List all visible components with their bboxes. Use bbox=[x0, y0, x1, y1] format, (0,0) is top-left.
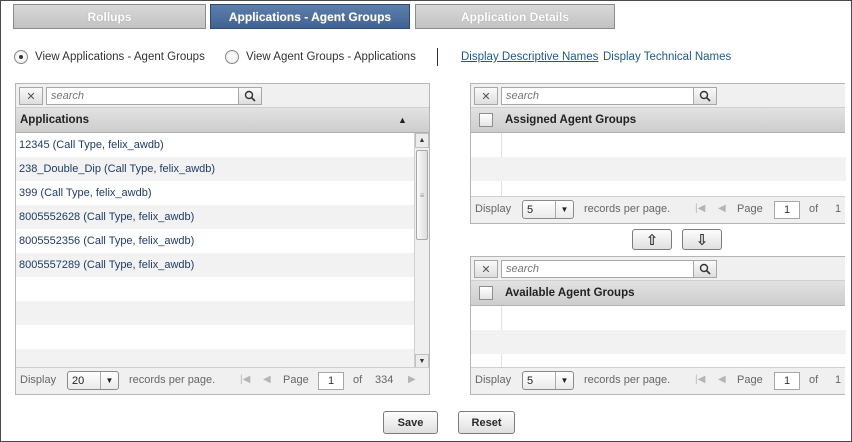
of-label: of bbox=[809, 374, 819, 386]
total-pages: 334 bbox=[375, 374, 394, 386]
list-item[interactable]: 8005552356 (Call Type, felix_awdb) bbox=[16, 229, 414, 253]
tab-rollups[interactable]: Rollups bbox=[13, 4, 206, 29]
chevron-down-icon: ▼ bbox=[555, 201, 573, 218]
next-page-icon[interactable]: ▶ bbox=[408, 374, 416, 385]
assigned-agent-groups-panel: ✕ Assigned Agent Groups Display 5 ▼ reco… bbox=[470, 83, 846, 224]
chevron-down-icon: ▼ bbox=[555, 372, 573, 389]
move-down-button[interactable]: ⇩ bbox=[682, 229, 722, 250]
search-input[interactable] bbox=[46, 87, 254, 105]
total-pages: 1 bbox=[835, 374, 842, 386]
records-label: records per page. bbox=[584, 203, 671, 215]
empty-row bbox=[471, 330, 846, 354]
display-descriptive-names-link[interactable]: Display Descriptive Names bbox=[461, 51, 598, 63]
page-label: Page bbox=[283, 374, 309, 386]
clear-search-icon[interactable]: ✕ bbox=[474, 87, 498, 105]
available-agent-groups-panel: ✕ Available Agent Groups Display 5 ▼ rec… bbox=[470, 256, 846, 395]
list-item[interactable]: 8005552628 (Call Type, felix_awdb) bbox=[16, 205, 414, 229]
chevron-down-icon: ▼ bbox=[100, 372, 118, 389]
list-item[interactable]: 399 (Call Type, felix_awdb) bbox=[16, 181, 414, 205]
radio-unselected-icon[interactable] bbox=[225, 50, 239, 64]
scroll-up-icon[interactable]: ▲ bbox=[415, 133, 429, 148]
list-item[interactable]: 238_Double_Dip (Call Type, felix_awdb) bbox=[16, 157, 414, 181]
prev-page-icon[interactable]: ◀ bbox=[718, 203, 726, 214]
reset-button[interactable]: Reset bbox=[458, 411, 515, 434]
search-icon[interactable] bbox=[238, 87, 262, 105]
applications-list: 12345 (Call Type, felix_awdb) 238_Double… bbox=[16, 133, 414, 368]
page-number-input[interactable]: 1 bbox=[318, 372, 344, 390]
first-page-icon[interactable]: |◀ bbox=[695, 374, 705, 385]
tab-applications-agent-groups[interactable]: Applications - Agent Groups bbox=[210, 4, 410, 29]
display-label: Display bbox=[475, 203, 512, 215]
scroll-thumb[interactable]: ≡ bbox=[416, 150, 428, 240]
prev-page-icon[interactable]: ◀ bbox=[263, 374, 271, 385]
scrollbar[interactable]: ▲ ≡ ▼ bbox=[414, 133, 429, 369]
view-option-agent-groups-apps[interactable]: View Agent Groups - Applications bbox=[225, 49, 416, 65]
records-label: records per page. bbox=[584, 374, 671, 386]
first-page-icon[interactable]: |◀ bbox=[695, 203, 705, 214]
pagination-footer: Display 20 ▼ records per page. |◀ ◀ Page… bbox=[16, 367, 429, 394]
empty-row bbox=[471, 157, 846, 181]
radio-selected-icon[interactable] bbox=[14, 50, 28, 64]
clear-search-icon[interactable]: ✕ bbox=[474, 260, 498, 278]
empty-row bbox=[471, 306, 846, 330]
page-label: Page bbox=[737, 203, 763, 215]
empty-row bbox=[16, 277, 414, 301]
assigned-column-header[interactable]: Assigned Agent Groups bbox=[471, 108, 845, 133]
records-per-page-select[interactable]: 20 ▼ bbox=[67, 371, 119, 390]
select-value: 5 bbox=[527, 203, 534, 216]
column-header-label: Applications bbox=[20, 114, 90, 126]
list-item[interactable]: 12345 (Call Type, felix_awdb) bbox=[16, 133, 414, 157]
select-value: 5 bbox=[527, 374, 534, 387]
records-per-page-select[interactable]: 5 ▼ bbox=[522, 200, 574, 219]
pagination-footer: Display 5 ▼ records per page. |◀ ◀ Page … bbox=[471, 367, 845, 394]
prev-page-icon[interactable]: ◀ bbox=[718, 374, 726, 385]
of-label: of bbox=[353, 374, 363, 386]
clear-search-icon[interactable]: ✕ bbox=[19, 87, 43, 105]
page-number-input[interactable]: 1 bbox=[774, 372, 800, 390]
records-label: records per page. bbox=[129, 374, 216, 386]
page-number-input[interactable]: 1 bbox=[774, 201, 800, 219]
empty-row bbox=[16, 325, 414, 349]
empty-row bbox=[471, 181, 846, 196]
view-option-app-agent-groups[interactable]: View Applications - Agent Groups bbox=[14, 49, 205, 65]
search-bar: ✕ bbox=[471, 84, 845, 108]
view-option-label: View Agent Groups - Applications bbox=[246, 51, 416, 63]
empty-row bbox=[471, 133, 846, 157]
divider bbox=[437, 48, 438, 66]
select-value: 20 bbox=[72, 374, 85, 387]
page-label: Page bbox=[737, 374, 763, 386]
sort-asc-icon[interactable]: ▲ bbox=[398, 115, 407, 125]
pagination-footer: Display 5 ▼ records per page. |◀ ◀ Page … bbox=[471, 196, 845, 223]
search-input[interactable] bbox=[501, 87, 694, 105]
column-header-label: Available Agent Groups bbox=[505, 287, 635, 299]
column-header-label: Assigned Agent Groups bbox=[505, 114, 637, 126]
view-option-label: View Applications - Agent Groups bbox=[35, 51, 205, 63]
search-icon[interactable] bbox=[693, 87, 717, 105]
tab-application-details[interactable]: Application Details bbox=[415, 4, 615, 29]
display-label: Display bbox=[475, 374, 512, 386]
display-technical-names-link[interactable]: Display Technical Names bbox=[603, 51, 731, 63]
search-bar: ✕ bbox=[16, 84, 429, 108]
select-all-checkbox[interactable] bbox=[479, 286, 493, 300]
search-bar: ✕ bbox=[471, 257, 845, 281]
display-label: Display bbox=[20, 374, 57, 386]
records-per-page-select[interactable]: 5 ▼ bbox=[522, 371, 574, 390]
empty-row bbox=[16, 301, 414, 325]
move-up-button[interactable]: ⇧ bbox=[632, 229, 672, 250]
of-label: of bbox=[809, 203, 819, 215]
select-all-checkbox[interactable] bbox=[479, 113, 493, 127]
applications-panel: ✕ Applications ▲ 12345 (Call Type, felix… bbox=[15, 83, 430, 395]
total-pages: 1 bbox=[835, 203, 842, 215]
arrow-down-icon: ⇩ bbox=[695, 231, 709, 249]
search-icon[interactable] bbox=[693, 260, 717, 278]
applications-column-header[interactable]: Applications ▲ bbox=[16, 108, 429, 133]
empty-row bbox=[16, 349, 414, 368]
first-page-icon[interactable]: |◀ bbox=[240, 374, 250, 385]
list-item[interactable]: 8005557289 (Call Type, felix_awdb) bbox=[16, 253, 414, 277]
search-input[interactable] bbox=[501, 260, 694, 278]
arrow-up-icon: ⇧ bbox=[645, 231, 659, 249]
save-button[interactable]: Save bbox=[383, 411, 438, 434]
available-column-header[interactable]: Available Agent Groups bbox=[471, 281, 845, 306]
